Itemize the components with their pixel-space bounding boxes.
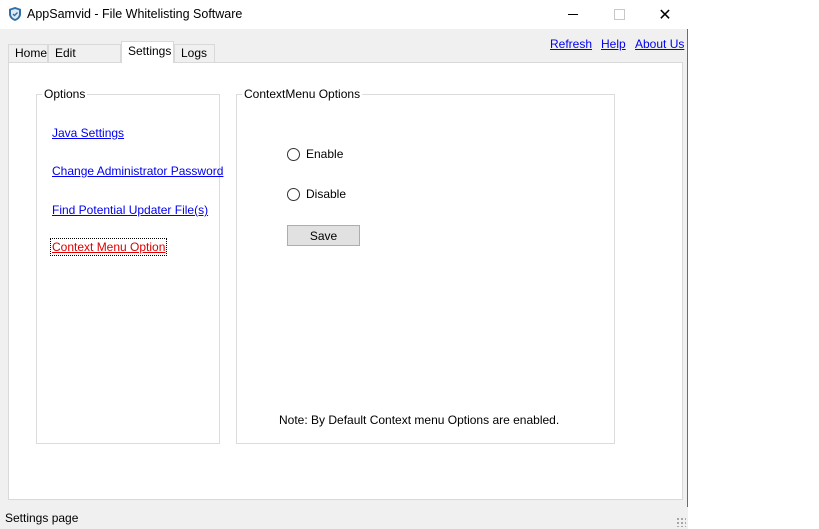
status-bar: Settings page — [0, 507, 688, 529]
java-settings-link[interactable]: Java Settings — [52, 126, 124, 140]
change-admin-password-link[interactable]: Change Administrator Password — [52, 164, 223, 178]
help-link[interactable]: Help — [601, 37, 626, 51]
resize-grip-icon[interactable] — [676, 517, 686, 527]
options-group-title: Options — [42, 87, 88, 101]
about-us-link[interactable]: About Us — [635, 37, 684, 51]
context-menu-options-group: ContextMenu Options Enable Disable Save … — [236, 87, 615, 444]
disable-radio[interactable] — [287, 187, 300, 201]
status-text: Settings page — [5, 511, 79, 525]
enable-radio-row[interactable]: Enable — [287, 147, 343, 161]
disable-radio-label[interactable]: Disable — [306, 187, 346, 201]
find-updater-files-link[interactable]: Find Potential Updater File(s) — [52, 203, 208, 217]
tab-edit-whitelist[interactable]: Edit Whitelist — [48, 44, 121, 77]
maximize-icon — [613, 9, 625, 20]
close-icon: ✕ — [658, 6, 672, 24]
minimize-button[interactable] — [550, 0, 596, 29]
minimize-icon — [568, 14, 578, 15]
context-menu-option-link[interactable]: Context Menu Option — [49, 238, 168, 256]
tab-logs[interactable]: Logs — [174, 44, 215, 62]
shield-icon — [9, 7, 21, 21]
tab-home[interactable]: Home — [8, 44, 48, 62]
disable-radio-row[interactable]: Disable — [287, 187, 346, 201]
save-button[interactable]: Save — [287, 225, 360, 246]
title-bar[interactable]: AppSamvid - File Whitelisting Software ✕ — [0, 0, 688, 29]
refresh-link[interactable]: Refresh — [550, 37, 592, 51]
context-group-title: ContextMenu Options — [242, 87, 363, 101]
app-window: AppSamvid - File Whitelisting Software ✕… — [0, 0, 688, 529]
window-title: AppSamvid - File Whitelisting Software — [27, 7, 243, 21]
enable-radio-label[interactable]: Enable — [306, 147, 343, 161]
maximize-button[interactable] — [596, 0, 642, 29]
enable-radio[interactable] — [287, 147, 300, 161]
options-group: Options Java Settings Change Administrat… — [36, 87, 223, 444]
close-button[interactable]: ✕ — [642, 0, 688, 29]
tab-settings[interactable]: Settings — [121, 41, 174, 63]
default-note: Note: By Default Context menu Options ar… — [279, 413, 560, 427]
settings-panel: Options Java Settings Change Administrat… — [8, 62, 683, 500]
